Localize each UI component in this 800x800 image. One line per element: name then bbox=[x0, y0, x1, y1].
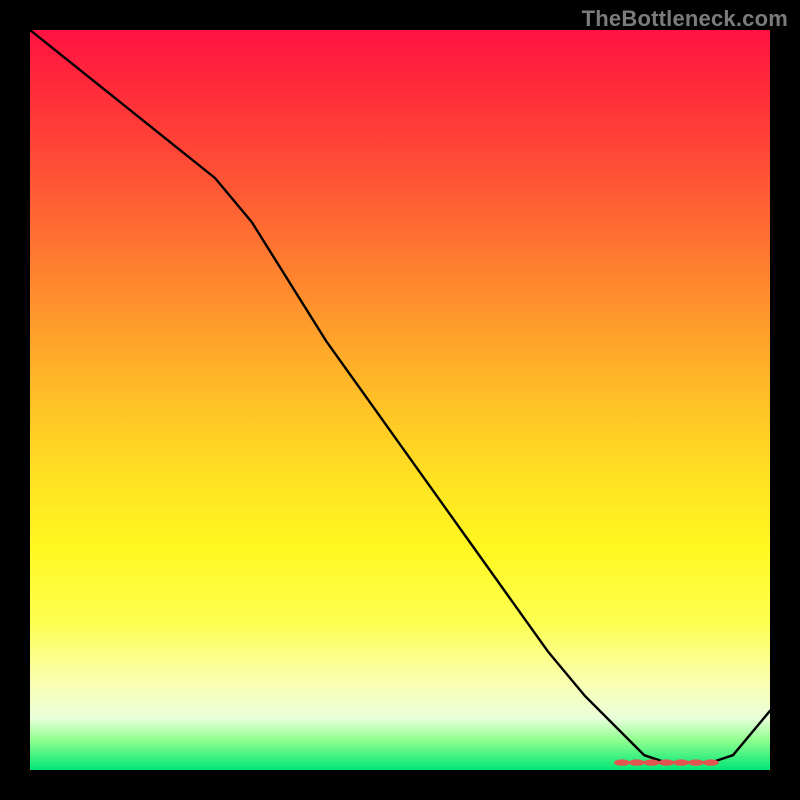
optimal-marker bbox=[629, 759, 645, 765]
optimal-range-markers bbox=[614, 759, 719, 765]
plot-area bbox=[30, 30, 770, 770]
optimal-marker bbox=[614, 759, 630, 765]
optimal-marker bbox=[658, 759, 674, 765]
watermark-text: TheBottleneck.com bbox=[582, 6, 788, 32]
chart-frame: TheBottleneck.com bbox=[0, 0, 800, 800]
bottleneck-curve bbox=[30, 30, 770, 763]
optimal-marker bbox=[673, 759, 689, 765]
optimal-marker bbox=[688, 759, 704, 765]
curve-layer bbox=[30, 30, 770, 770]
optimal-marker bbox=[644, 759, 660, 765]
optimal-marker bbox=[703, 759, 719, 765]
